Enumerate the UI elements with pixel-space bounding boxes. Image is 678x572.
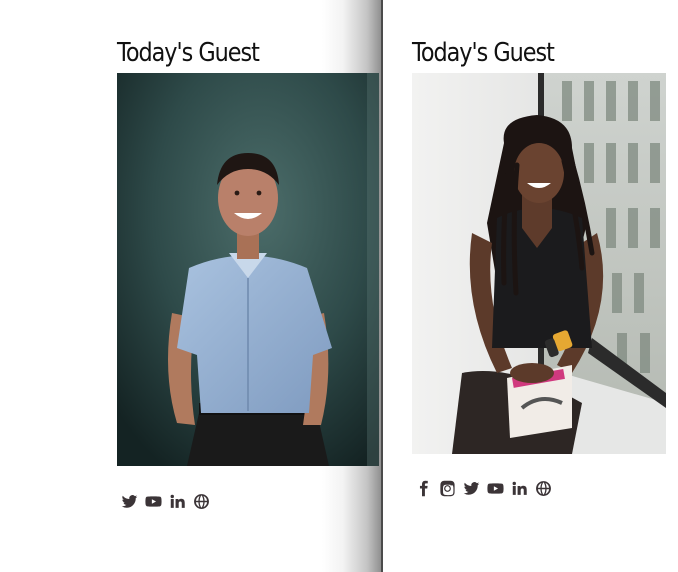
guest-pages: Today's Guest Today's Guest: [0, 0, 678, 572]
twitter-icon[interactable]: [120, 492, 138, 510]
guest-title: Today's Guest: [117, 38, 260, 68]
guest-title: Today's Guest: [412, 38, 555, 68]
facebook-icon[interactable]: [414, 479, 432, 497]
youtube-icon[interactable]: [486, 479, 504, 497]
guest-photo: [412, 73, 666, 454]
page-divider: [381, 0, 383, 572]
globe-icon[interactable]: [192, 492, 210, 510]
twitter-icon[interactable]: [462, 479, 480, 497]
guest-card-left: Today's Guest: [117, 33, 379, 513]
guest-photo: [117, 73, 379, 466]
youtube-icon[interactable]: [144, 492, 162, 510]
social-links: [412, 476, 666, 500]
social-links: [117, 489, 379, 513]
linkedin-icon[interactable]: [168, 492, 186, 510]
linkedin-icon[interactable]: [510, 479, 528, 497]
instagram-icon[interactable]: [438, 479, 456, 497]
globe-icon[interactable]: [534, 479, 552, 497]
guest-card-right: Today's Guest: [412, 33, 666, 500]
